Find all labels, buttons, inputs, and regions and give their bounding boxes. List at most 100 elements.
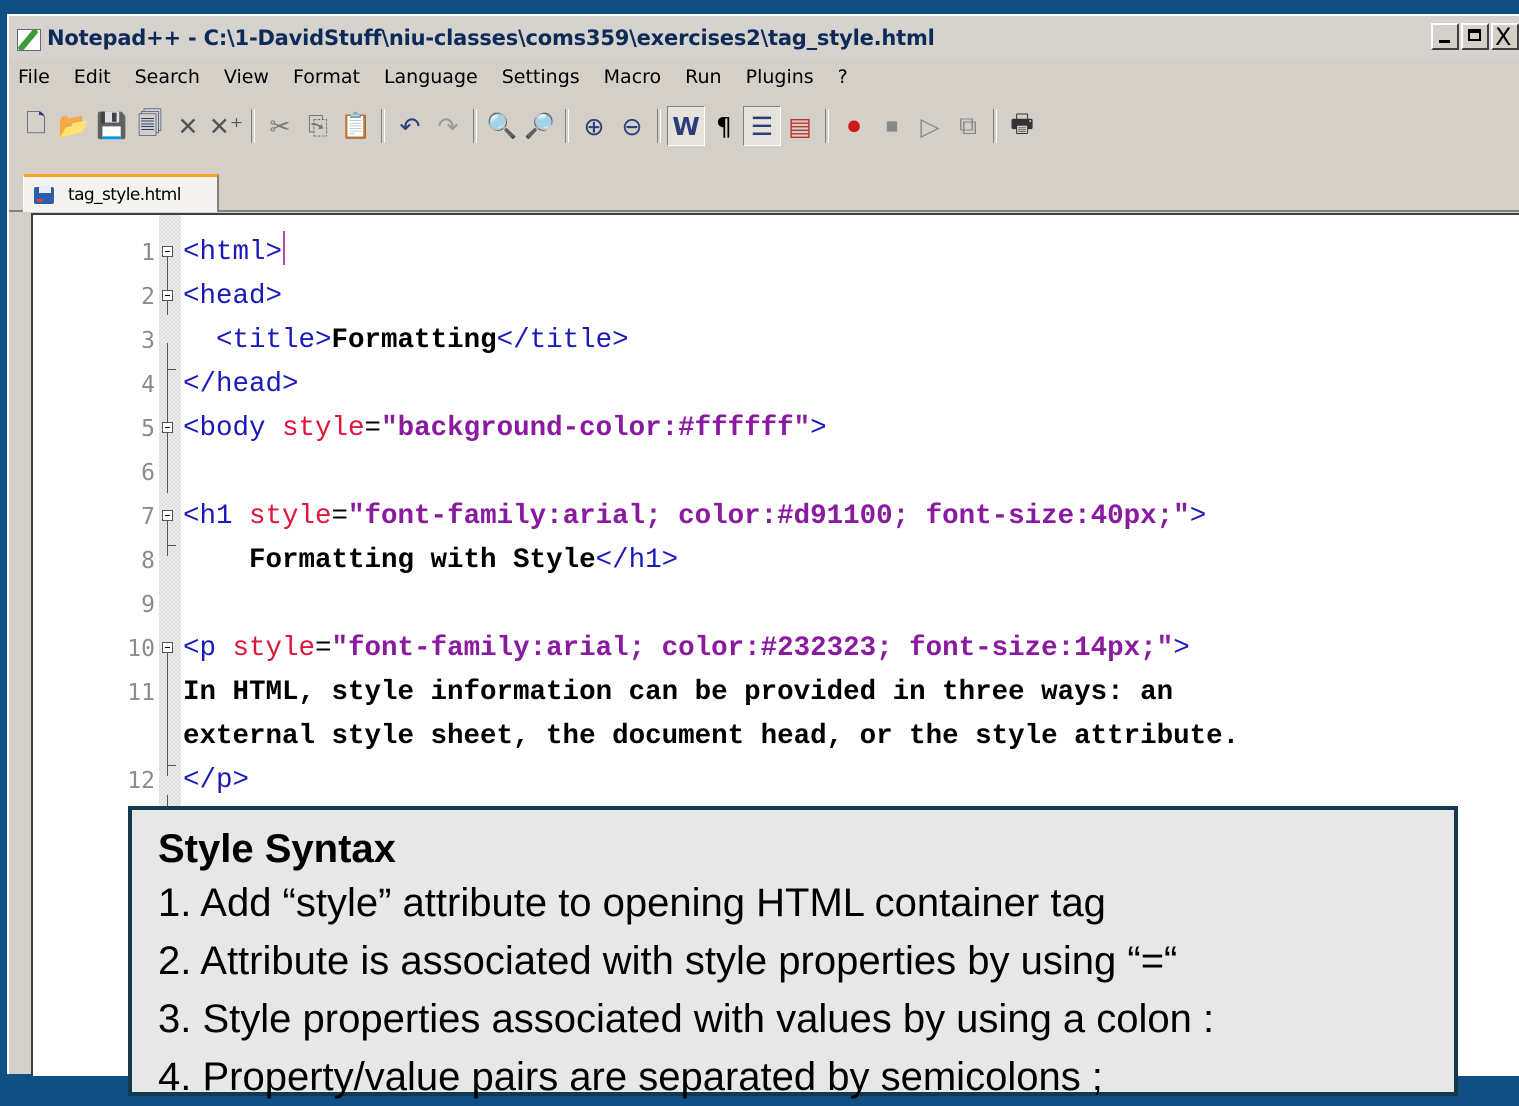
save-icon[interactable]: 💾 [93,106,131,146]
code-line-6: 6 [33,451,1519,495]
undo-icon[interactable]: ↶ [391,106,429,146]
tab-bar: tag_style.html [9,166,1519,212]
close-all-icon[interactable]: ✕⁺ [207,106,245,146]
toolbar-separator [251,109,255,143]
callout-item-1: 1. Add “style” attribute to opening HTML… [158,881,1106,925]
notepad-app-icon[interactable] [15,25,45,52]
fold-end-marker [167,545,176,556]
fold-toggle-icon[interactable] [162,246,173,257]
print-icon[interactable]: 🖶 [1003,106,1041,146]
code-equals: = [315,633,332,664]
code-line-9: 9 [33,583,1519,627]
menu-view[interactable]: View [224,66,269,88]
code-line-11: 11 In HTML, style information can be pro… [33,671,1519,715]
zoom-in-icon[interactable]: ⊕ [575,106,613,146]
fold-toggle-icon[interactable] [162,642,173,653]
minimize-button[interactable] [1431,23,1459,50]
close-icon[interactable]: ✕ [169,106,207,146]
code-line-5: 5 <body style="background-color:#ffffff"… [33,407,1519,451]
menu-run[interactable]: Run [685,66,721,88]
code-line-12: 12 </p> [33,759,1519,803]
callout-item-2: 2. Attribute is associated with style pr… [158,939,1178,983]
indent-guide-icon[interactable]: ☰ [743,106,781,146]
macro-stop-icon[interactable]: ⏹ [873,106,911,146]
toolbar-separator [993,109,997,143]
code-line-2: 2 <head> [33,275,1519,319]
open-file-icon[interactable]: 📂 [55,106,93,146]
code-tag: > [1189,501,1207,532]
code-tag: <title> [216,325,332,356]
code-tag: > [810,413,827,444]
code-line-8: 8 Formatting with Style</h1> [33,539,1519,583]
menu-help[interactable]: ? [838,66,848,88]
maximize-button[interactable] [1461,23,1489,50]
line-number: 9 [141,592,155,618]
menu-language[interactable]: Language [384,66,478,88]
replace-icon[interactable]: 🔎 [521,106,559,146]
text-cursor [283,231,286,265]
menu-search[interactable]: Search [135,66,200,88]
maximize-icon [1468,29,1481,41]
code-tag: <html> [183,237,283,268]
fold-toggle-icon[interactable] [162,422,173,433]
code-line-10: 10 <p style="font-family:arial; color:#2… [33,627,1519,671]
code-line-11-wrapped: external style sheet, the document head,… [33,715,1519,759]
toolbar-separator [565,109,569,143]
macro-record-icon[interactable]: ⏺ [835,106,873,146]
copy-icon[interactable]: ⎘ [299,106,337,146]
code-line-3: 3 <title>Formatting</title> [33,319,1519,363]
cut-icon[interactable]: ✂ [261,106,299,146]
menu-settings[interactable]: Settings [502,66,580,88]
code-tag: > [1173,633,1190,664]
menu-macro[interactable]: Macro [604,66,662,88]
find-icon[interactable]: 🔍 [483,106,521,146]
code-attribute: style [232,633,316,664]
code-tag: <head> [183,281,283,312]
line-number: 3 [141,328,155,354]
code-text: In HTML, style information can be provid… [183,677,1174,708]
window-title: Notepad++ - C:\1-DavidStuff\niu-classes\… [47,26,935,50]
line-number: 2 [141,284,155,310]
code-equals: = [331,501,349,532]
close-button[interactable]: X [1491,23,1519,51]
code-tag: <body [183,413,283,444]
menu-plugins[interactable]: Plugins [746,66,814,88]
zoom-out-icon[interactable]: ⊖ [613,106,651,146]
code-equals: = [364,413,382,444]
menu-bar: File Edit Search View Format Language Se… [9,60,1519,94]
fold-end-marker [167,765,176,776]
new-file-icon[interactable]: 🗋 [17,106,55,146]
word-wrap-icon[interactable]: W [667,106,705,146]
menu-format[interactable]: Format [293,66,360,88]
code-line-7: 7 <h1 style="font-family:arial; color:#d… [33,495,1519,539]
line-number: 12 [127,768,155,794]
macro-run-multiple-icon[interactable]: ⧉ [949,106,987,146]
redo-icon[interactable]: ↷ [429,106,467,146]
tab-label: tag_style.html [68,184,181,205]
macro-play-icon[interactable]: ▷ [911,106,949,146]
toolbar-separator [825,109,829,143]
paste-icon[interactable]: 📋 [337,106,375,146]
code-text: Formatting [331,325,497,356]
close-window-icon: X [1495,23,1512,51]
user-language-icon[interactable]: ▤ [781,106,819,146]
tab-tag-style-html[interactable]: tag_style.html [23,174,219,212]
code-text: external style sheet, the document head,… [183,721,1240,752]
saved-file-icon [34,184,54,205]
menu-file[interactable]: File [18,66,50,88]
code-tag: <h1 [183,501,250,532]
fold-end-marker [167,369,176,380]
code-tag: </p> [183,765,250,796]
fold-toggle-icon[interactable] [162,510,173,521]
toolbar-separator [381,109,385,143]
code-string: "font-family:arial; color:#d91100; font-… [348,501,1190,532]
menu-edit[interactable]: Edit [74,66,111,88]
fold-toggle-icon[interactable] [162,290,173,301]
show-all-chars-icon[interactable]: ¶ [705,106,743,146]
title-bar[interactable]: Notepad++ - C:\1-DavidStuff\niu-classes\… [9,16,1519,60]
code-line-4: 4 </head> [33,363,1519,407]
save-all-icon[interactable]: 🗐 [131,106,169,146]
callout-item-4: 4. Property/value pairs are separated by… [158,1055,1103,1099]
line-number: 10 [127,636,155,662]
